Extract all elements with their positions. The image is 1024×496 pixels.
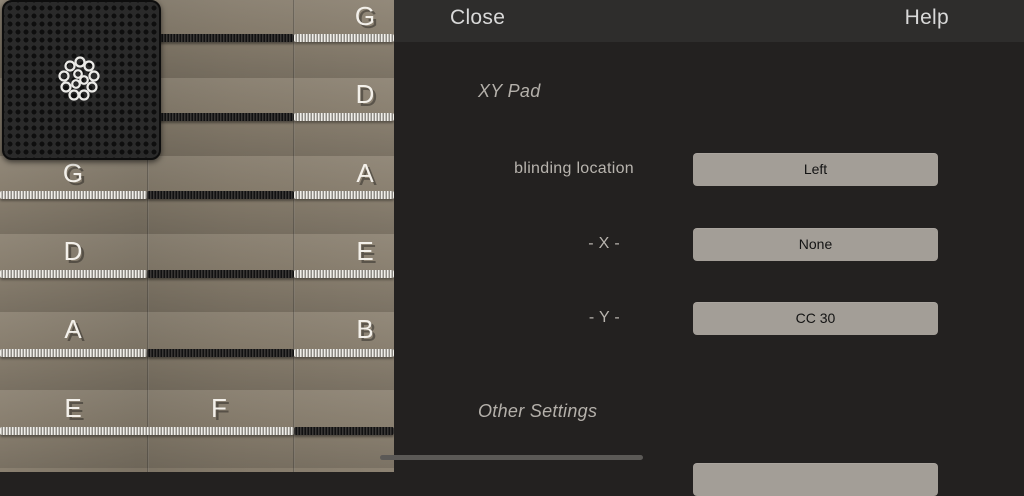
string-5-segment[interactable] xyxy=(0,349,147,357)
note-label-a: A xyxy=(64,314,82,344)
string-3-segment[interactable] xyxy=(147,191,294,199)
string-3-segment[interactable] xyxy=(294,191,394,199)
top-bar: Close Help xyxy=(394,0,1024,42)
string-4-segment[interactable] xyxy=(0,270,147,278)
note-label-e: E xyxy=(64,393,82,423)
blinding-location-label: blinding location xyxy=(514,160,634,177)
xy-pad[interactable] xyxy=(2,0,161,160)
help-button[interactable]: Help xyxy=(905,6,949,30)
note-label-a: A xyxy=(356,158,374,188)
note-label-g: G xyxy=(62,158,84,188)
fret-line xyxy=(293,0,295,472)
string-3-segment[interactable] xyxy=(0,191,147,199)
note-label-d: D xyxy=(355,79,375,109)
x-axis-label: - X - xyxy=(588,235,620,252)
other-settings-section-title: Other Settings xyxy=(478,401,598,421)
close-button[interactable]: Close xyxy=(450,6,505,30)
string-2-segment[interactable] xyxy=(294,113,394,121)
fretboard[interactable]: G D G A D E A B E F xyxy=(0,0,394,472)
string-2-segment[interactable] xyxy=(157,113,294,121)
string-5-segment[interactable] xyxy=(294,349,394,357)
next-setting-button[interactable] xyxy=(693,463,938,496)
string-6-segment[interactable] xyxy=(0,427,294,435)
note-label-f: F xyxy=(211,393,227,423)
xy-pad-section-title: XY Pad xyxy=(478,81,541,101)
note-label-d: D xyxy=(63,236,83,266)
string-4-segment[interactable] xyxy=(147,270,294,278)
x-axis-button[interactable]: None xyxy=(693,228,938,261)
string-1-segment[interactable] xyxy=(157,34,294,42)
home-indicator[interactable] xyxy=(380,455,643,460)
note-label-b: B xyxy=(356,314,374,344)
settings-panel: Close Help XY Pad blinding location Left… xyxy=(394,0,1024,496)
string-5-segment[interactable] xyxy=(147,349,294,357)
note-label-e: E xyxy=(356,236,374,266)
y-axis-label: - Y - xyxy=(588,309,620,326)
blinding-location-button[interactable]: Left xyxy=(693,153,938,186)
xy-cursor-icon[interactable] xyxy=(54,56,106,104)
string-4-segment[interactable] xyxy=(294,270,394,278)
note-label-g: G xyxy=(354,1,376,31)
y-axis-button[interactable]: CC 30 xyxy=(693,302,938,335)
string-1-segment[interactable] xyxy=(294,34,394,42)
string-6-segment[interactable] xyxy=(294,427,394,435)
